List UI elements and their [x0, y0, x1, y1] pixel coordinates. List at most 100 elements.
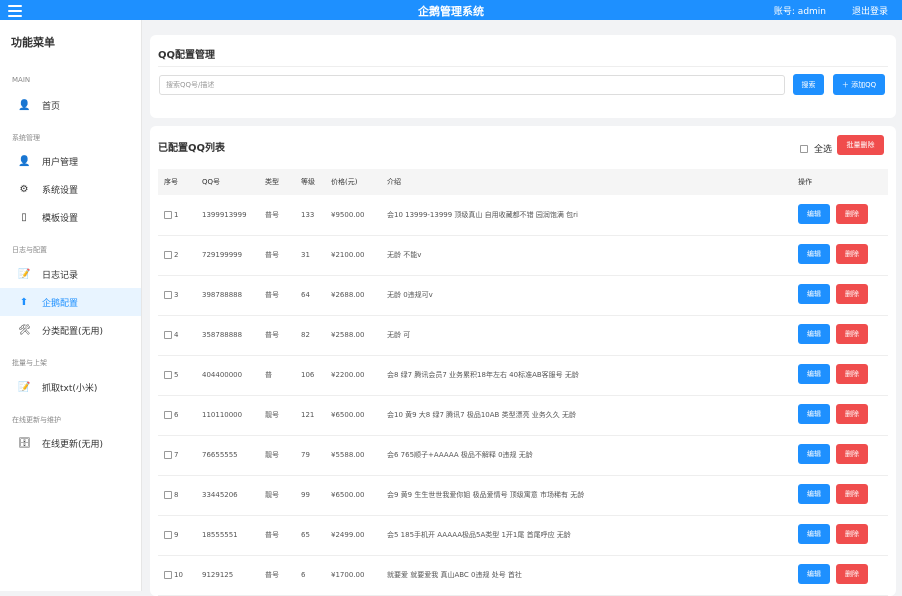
qq-description: 无龄 可 [387, 331, 411, 339]
checkbox[interactable] [164, 411, 172, 419]
delete-button[interactable]: 删除 [836, 444, 868, 464]
row-select[interactable]: 2 [164, 235, 178, 275]
qq-number: 404400000 [202, 371, 243, 379]
edit-button[interactable]: 编辑 [798, 244, 830, 264]
qq-price: ¥9500.00 [331, 211, 365, 219]
qq-price: ¥2200.00 [331, 371, 365, 379]
table-row: 9 18555551 普号 65 ¥2499.00 会5 185手机开 AAAAA极品5A… [158, 515, 888, 556]
qq-price: ¥2100.00 [331, 251, 365, 259]
checkbox[interactable] [164, 291, 172, 299]
qq-description: 会8 绿7 腾讯会员7 业务累积18年左右 40标准AB客服号 无龄 [387, 371, 579, 379]
sidebar-item-label: 在线更新(无用) [42, 439, 104, 450]
checkbox[interactable] [164, 451, 172, 459]
sidebar-section-main: MAIN [12, 76, 31, 84]
qq-description: 无龄 不能v [387, 251, 422, 259]
sidebar-item-label: 系统设置 [42, 185, 79, 196]
tools-icon: 🛠 [18, 324, 31, 336]
row-select[interactable]: 1 [164, 195, 178, 235]
checkbox[interactable] [800, 144, 808, 153]
row-select[interactable]: 5 [164, 355, 178, 395]
qq-type: 普号 [265, 571, 279, 579]
delete-button[interactable]: 删除 [836, 244, 868, 264]
qq-price: ¥2499.00 [331, 531, 365, 539]
table-row: 6 110110000 靓号 121 ¥6500.00 会10 黄9 大8 绿7 腾讯7 … [158, 395, 888, 436]
table-row: 7 76655555 靓号 79 ¥5588.00 会6 765顺子+AAAAA 极品不解… [158, 435, 888, 476]
user-icon: 👤 [18, 155, 31, 167]
search-button[interactable]: 搜索 [793, 74, 824, 95]
row-select[interactable]: 9 [164, 515, 178, 555]
sidebar-item-logs[interactable]: 📝 日志记录 [0, 260, 141, 288]
row-select[interactable]: 8 [164, 475, 178, 515]
sidebar-section-system: 系统管理 [12, 134, 40, 142]
column-header: 介绍 [387, 178, 401, 186]
delete-button[interactable]: 删除 [836, 324, 868, 344]
delete-button[interactable]: 删除 [836, 484, 868, 504]
edit-button[interactable]: 编辑 [798, 324, 830, 344]
sidebar-item-home[interactable]: 👤 首页 [0, 91, 141, 119]
delete-button[interactable]: 删除 [836, 564, 868, 584]
edit-button[interactable]: 编辑 [798, 484, 830, 504]
checkbox[interactable] [164, 491, 172, 499]
qq-number: 18555551 [202, 531, 238, 539]
row-number: 2 [174, 251, 179, 259]
top-bar: 企鹅管理系统 账号: admin 退出登录 [0, 0, 902, 20]
qq-number: 33445206 [202, 491, 238, 499]
search-card: QQ配置管理 搜索 ＋ 添加QQ [150, 35, 896, 118]
sidebar-item-online-update[interactable]: 🗄 在线更新(无用) [0, 429, 141, 457]
row-number: 9 [174, 531, 179, 539]
add-qq-button[interactable]: ＋ 添加QQ [833, 74, 885, 95]
sidebar-item-users[interactable]: 👤 用户管理 [0, 147, 141, 175]
column-header: 序号 [164, 178, 178, 186]
row-select[interactable]: 10 [164, 555, 183, 595]
delete-button[interactable]: 删除 [836, 284, 868, 304]
qq-number: 9129125 [202, 571, 234, 579]
qq-level: 106 [301, 371, 315, 379]
select-all-checkbox[interactable]: 全选 [800, 142, 832, 155]
search-card-title: QQ配置管理 [158, 50, 216, 61]
edit-button[interactable]: 编辑 [798, 404, 830, 424]
qq-description: 无龄 0违规可v [387, 291, 433, 299]
notepad-icon: 📝 [18, 381, 31, 393]
sidebar-item-templates[interactable]: ▯ 模板设置 [0, 203, 141, 231]
checkbox[interactable] [164, 571, 172, 579]
row-number: 1 [174, 211, 179, 219]
qq-description: 就要爱 就要爱我 真山ABC 0违规 处号 首社 [387, 571, 522, 579]
table-row: 2 729199999 普号 31 ¥2100.00 无龄 不能v 编辑 删除 [158, 235, 888, 276]
delete-button[interactable]: 删除 [836, 204, 868, 224]
edit-button[interactable]: 编辑 [798, 564, 830, 584]
sidebar-item-settings[interactable]: ⚙ 系统设置 [0, 175, 141, 203]
row-select[interactable]: 7 [164, 435, 178, 475]
checkbox[interactable] [164, 331, 172, 339]
checkbox[interactable] [164, 251, 172, 259]
logout-link[interactable]: 退出登录 [852, 4, 888, 17]
delete-button[interactable]: 删除 [836, 404, 868, 424]
edit-button[interactable]: 编辑 [798, 364, 830, 384]
qq-type: 普号 [265, 211, 279, 219]
table-row: 3 398788888 普号 64 ¥2688.00 无龄 0违规可v 编辑 删除 [158, 275, 888, 316]
sidebar-item-fetch-txt[interactable]: 📝 抓取txt(小米) [0, 373, 141, 401]
row-select[interactable]: 4 [164, 315, 178, 355]
sidebar-item-category-config[interactable]: 🛠 分类配置(无用) [0, 316, 141, 344]
delete-button[interactable]: 删除 [836, 364, 868, 384]
search-input[interactable] [159, 75, 785, 95]
batch-delete-button[interactable]: 批量删除 [837, 135, 884, 155]
column-header: QQ号 [202, 178, 221, 186]
edit-button[interactable]: 编辑 [798, 204, 830, 224]
qq-description: 会10 黄9 大8 绿7 腾讯7 极品10AB 类型漂亮 业务久久 无龄 [387, 411, 577, 419]
checkbox[interactable] [164, 211, 172, 219]
checkbox[interactable] [164, 531, 172, 539]
sidebar-section-logs: 日志与配置 [12, 246, 47, 254]
edit-button[interactable]: 编辑 [798, 524, 830, 544]
column-header: 价格(元) [331, 178, 358, 186]
qq-level: 65 [301, 531, 310, 539]
sidebar-item-qq-config[interactable]: ⬆ 企鹅配置 [0, 288, 141, 316]
edit-button[interactable]: 编辑 [798, 284, 830, 304]
qq-number: 76655555 [202, 451, 238, 459]
edit-button[interactable]: 编辑 [798, 444, 830, 464]
row-select[interactable]: 6 [164, 395, 178, 435]
checkbox[interactable] [164, 371, 172, 379]
delete-button[interactable]: 删除 [836, 524, 868, 544]
row-select[interactable]: 3 [164, 275, 178, 315]
qq-description: 会9 黄9 生生世世我爱你姐 极品爱情号 顶级寓意 市场稀有 无龄 [387, 491, 585, 499]
user-icon: 👤 [18, 99, 31, 111]
